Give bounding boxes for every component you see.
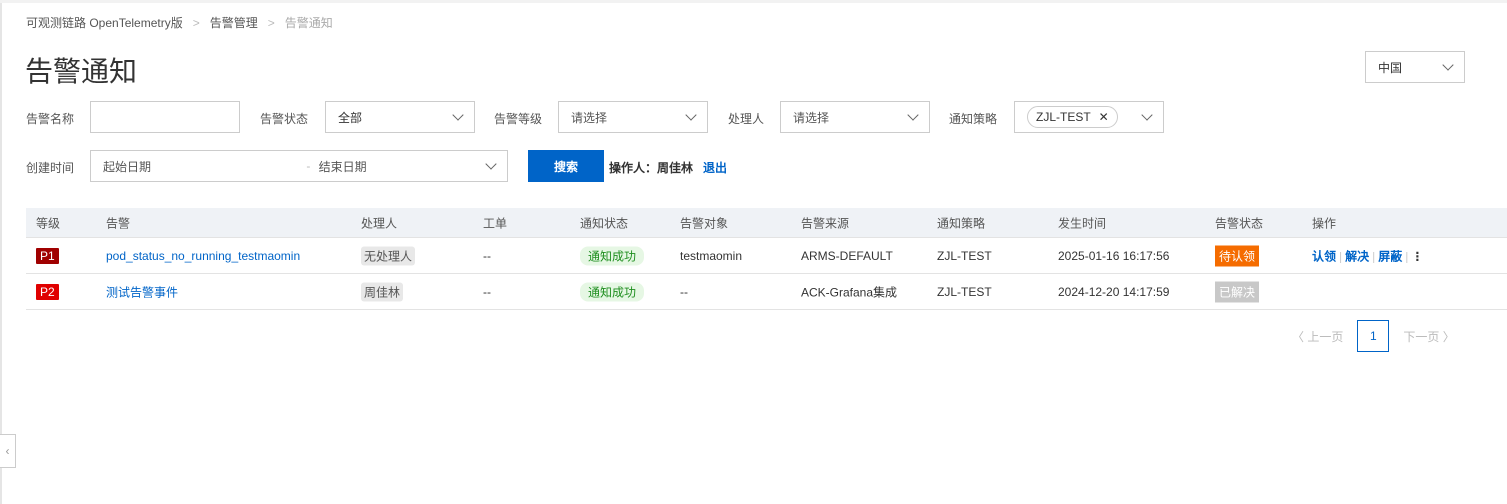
alert-level-placeholder: 请选择 [571,110,608,125]
resolve-button[interactable]: 解决 [1345,249,1369,263]
alert-status-label: 告警状态 [260,112,309,126]
time: 2024-12-20 14:17:59 [1058,284,1170,299]
prev-page-button[interactable]: 〈 上一页 [1292,328,1343,345]
col-ticket: 工单 [483,216,508,230]
col-handler: 处理人 [361,216,398,230]
handler-badge: 无处理人 [361,246,416,265]
col-actions: 操作 [1312,216,1337,230]
col-policy: 通知策略 [937,216,986,230]
level-badge: P1 [36,247,59,264]
date-range-picker[interactable]: 起始日期 - 结束日期 [90,150,508,182]
ticket: -- [483,284,491,299]
status-badge: 待认领 [1215,245,1260,266]
top-border [0,0,1507,3]
left-border [0,0,2,504]
alert-level-label: 告警等级 [494,112,543,126]
col-source: 告警来源 [801,216,850,230]
table-header: 等级 告警 处理人 工单 通知状态 告警对象 告警来源 通知策略 发生时间 告警… [26,208,1507,238]
col-notify: 通知状态 [580,216,629,230]
policy-select[interactable]: ZJL-TEST ✕ [1014,101,1164,133]
region-select[interactable]: 中国 [1365,51,1465,83]
alert-name-input[interactable] [90,101,240,133]
breadcrumb: 可观测链路 OpenTelemetry版 > 告警管理 > 告警通知 [26,14,333,31]
chevron-right-icon: > [192,15,200,30]
notify-status-badge: 通知成功 [580,246,645,265]
chevron-left-icon: ‹ [5,444,10,458]
chevron-left-icon: 〈 [1292,329,1308,344]
start-date[interactable]: 起始日期 [103,158,298,175]
created-time-label: 创建时间 [26,161,75,175]
policy-tag: ZJL-TEST ✕ [1027,106,1118,128]
chevron-down-icon [685,108,697,121]
mute-button[interactable]: 屏蔽 [1378,249,1402,263]
status-badge: 已解决 [1215,281,1260,302]
col-status: 告警状态 [1215,216,1264,230]
chevron-down-icon [452,108,464,121]
alert-name-label: 告警名称 [26,112,75,126]
alert-link[interactable]: pod_status_no_running_testmaomin [106,249,300,263]
chevron-right-icon: 〉 [1439,329,1455,344]
level-badge: P2 [36,283,59,300]
policy: ZJL-TEST [937,284,992,299]
claim-button[interactable]: 认领 [1312,249,1336,263]
table-row: P2 测试告警事件 周佳林 -- 通知成功 -- ACK-Grafana集成 Z… [26,274,1507,310]
table-row: P1 pod_status_no_running_testmaomin 无处理人… [26,238,1507,274]
handler-label: 处理人 [728,112,765,126]
page-title: 告警通知 [25,56,138,87]
close-icon[interactable]: ✕ [1099,110,1109,124]
breadcrumb-item[interactable]: 可观测链路 OpenTelemetry版 [26,14,183,31]
alert-link[interactable]: 测试告警事件 [106,283,178,300]
divider: | [1405,249,1409,263]
chevron-right-icon: > [267,15,275,30]
divider: | [1339,249,1343,263]
divider: | [1372,249,1376,263]
target: -- [680,284,688,299]
breadcrumb-item[interactable]: 告警管理 [210,14,258,31]
policy: ZJL-TEST [937,248,992,263]
search-button[interactable]: 搜索 [528,150,604,182]
row-actions: 认领 | 解决 | 屏蔽 | ⋮ [1312,247,1423,264]
chevron-down-icon [1141,108,1153,121]
col-level: 等级 [36,216,61,230]
logout-link[interactable]: 退出 [703,159,727,176]
handler-placeholder: 请选择 [793,110,830,125]
col-target: 告警对象 [680,216,729,230]
operator-label: 操作人：周佳林 [609,161,694,175]
alert-status-select[interactable]: 全部 [325,101,475,133]
end-date[interactable]: 结束日期 [319,158,479,175]
chevron-down-icon [907,108,919,121]
source: ACK-Grafana集成 [801,285,898,299]
breadcrumb-current: 告警通知 [284,16,333,30]
chevron-down-icon [1442,58,1454,71]
target: testmaomin [680,248,743,263]
prev-label: 上一页 [1307,329,1344,344]
handler-badge: 周佳林 [361,282,404,301]
range-separator: - [306,159,311,173]
next-page-button[interactable]: 下一页 〉 [1403,328,1454,345]
page-1-button[interactable]: 1 [1357,320,1390,352]
next-label: 下一页 [1403,329,1440,344]
handler-select[interactable]: 请选择 [780,101,930,133]
col-time: 发生时间 [1058,216,1107,230]
pagination: 〈 上一页 1 下一页 〉 [1292,320,1455,352]
alert-level-select[interactable]: 请选择 [558,101,708,133]
alerts-table: 等级 告警 处理人 工单 通知状态 告警对象 告警来源 通知策略 发生时间 告警… [26,208,1507,310]
ticket: -- [483,248,491,263]
alert-status-value: 全部 [338,110,363,125]
chevron-down-icon [485,157,497,170]
source: ARMS-DEFAULT [801,248,893,263]
policy-tag-label: ZJL-TEST [1036,110,1091,124]
more-vertical-icon[interactable]: ⋮ [1411,249,1423,263]
col-alert: 告警 [106,216,131,230]
notify-status-badge: 通知成功 [580,282,645,301]
time: 2025-01-16 16:17:56 [1058,248,1170,263]
sidebar-toggle-button[interactable]: ‹ [0,434,16,468]
policy-label: 通知策略 [949,112,998,126]
region-value: 中国 [1378,60,1403,75]
